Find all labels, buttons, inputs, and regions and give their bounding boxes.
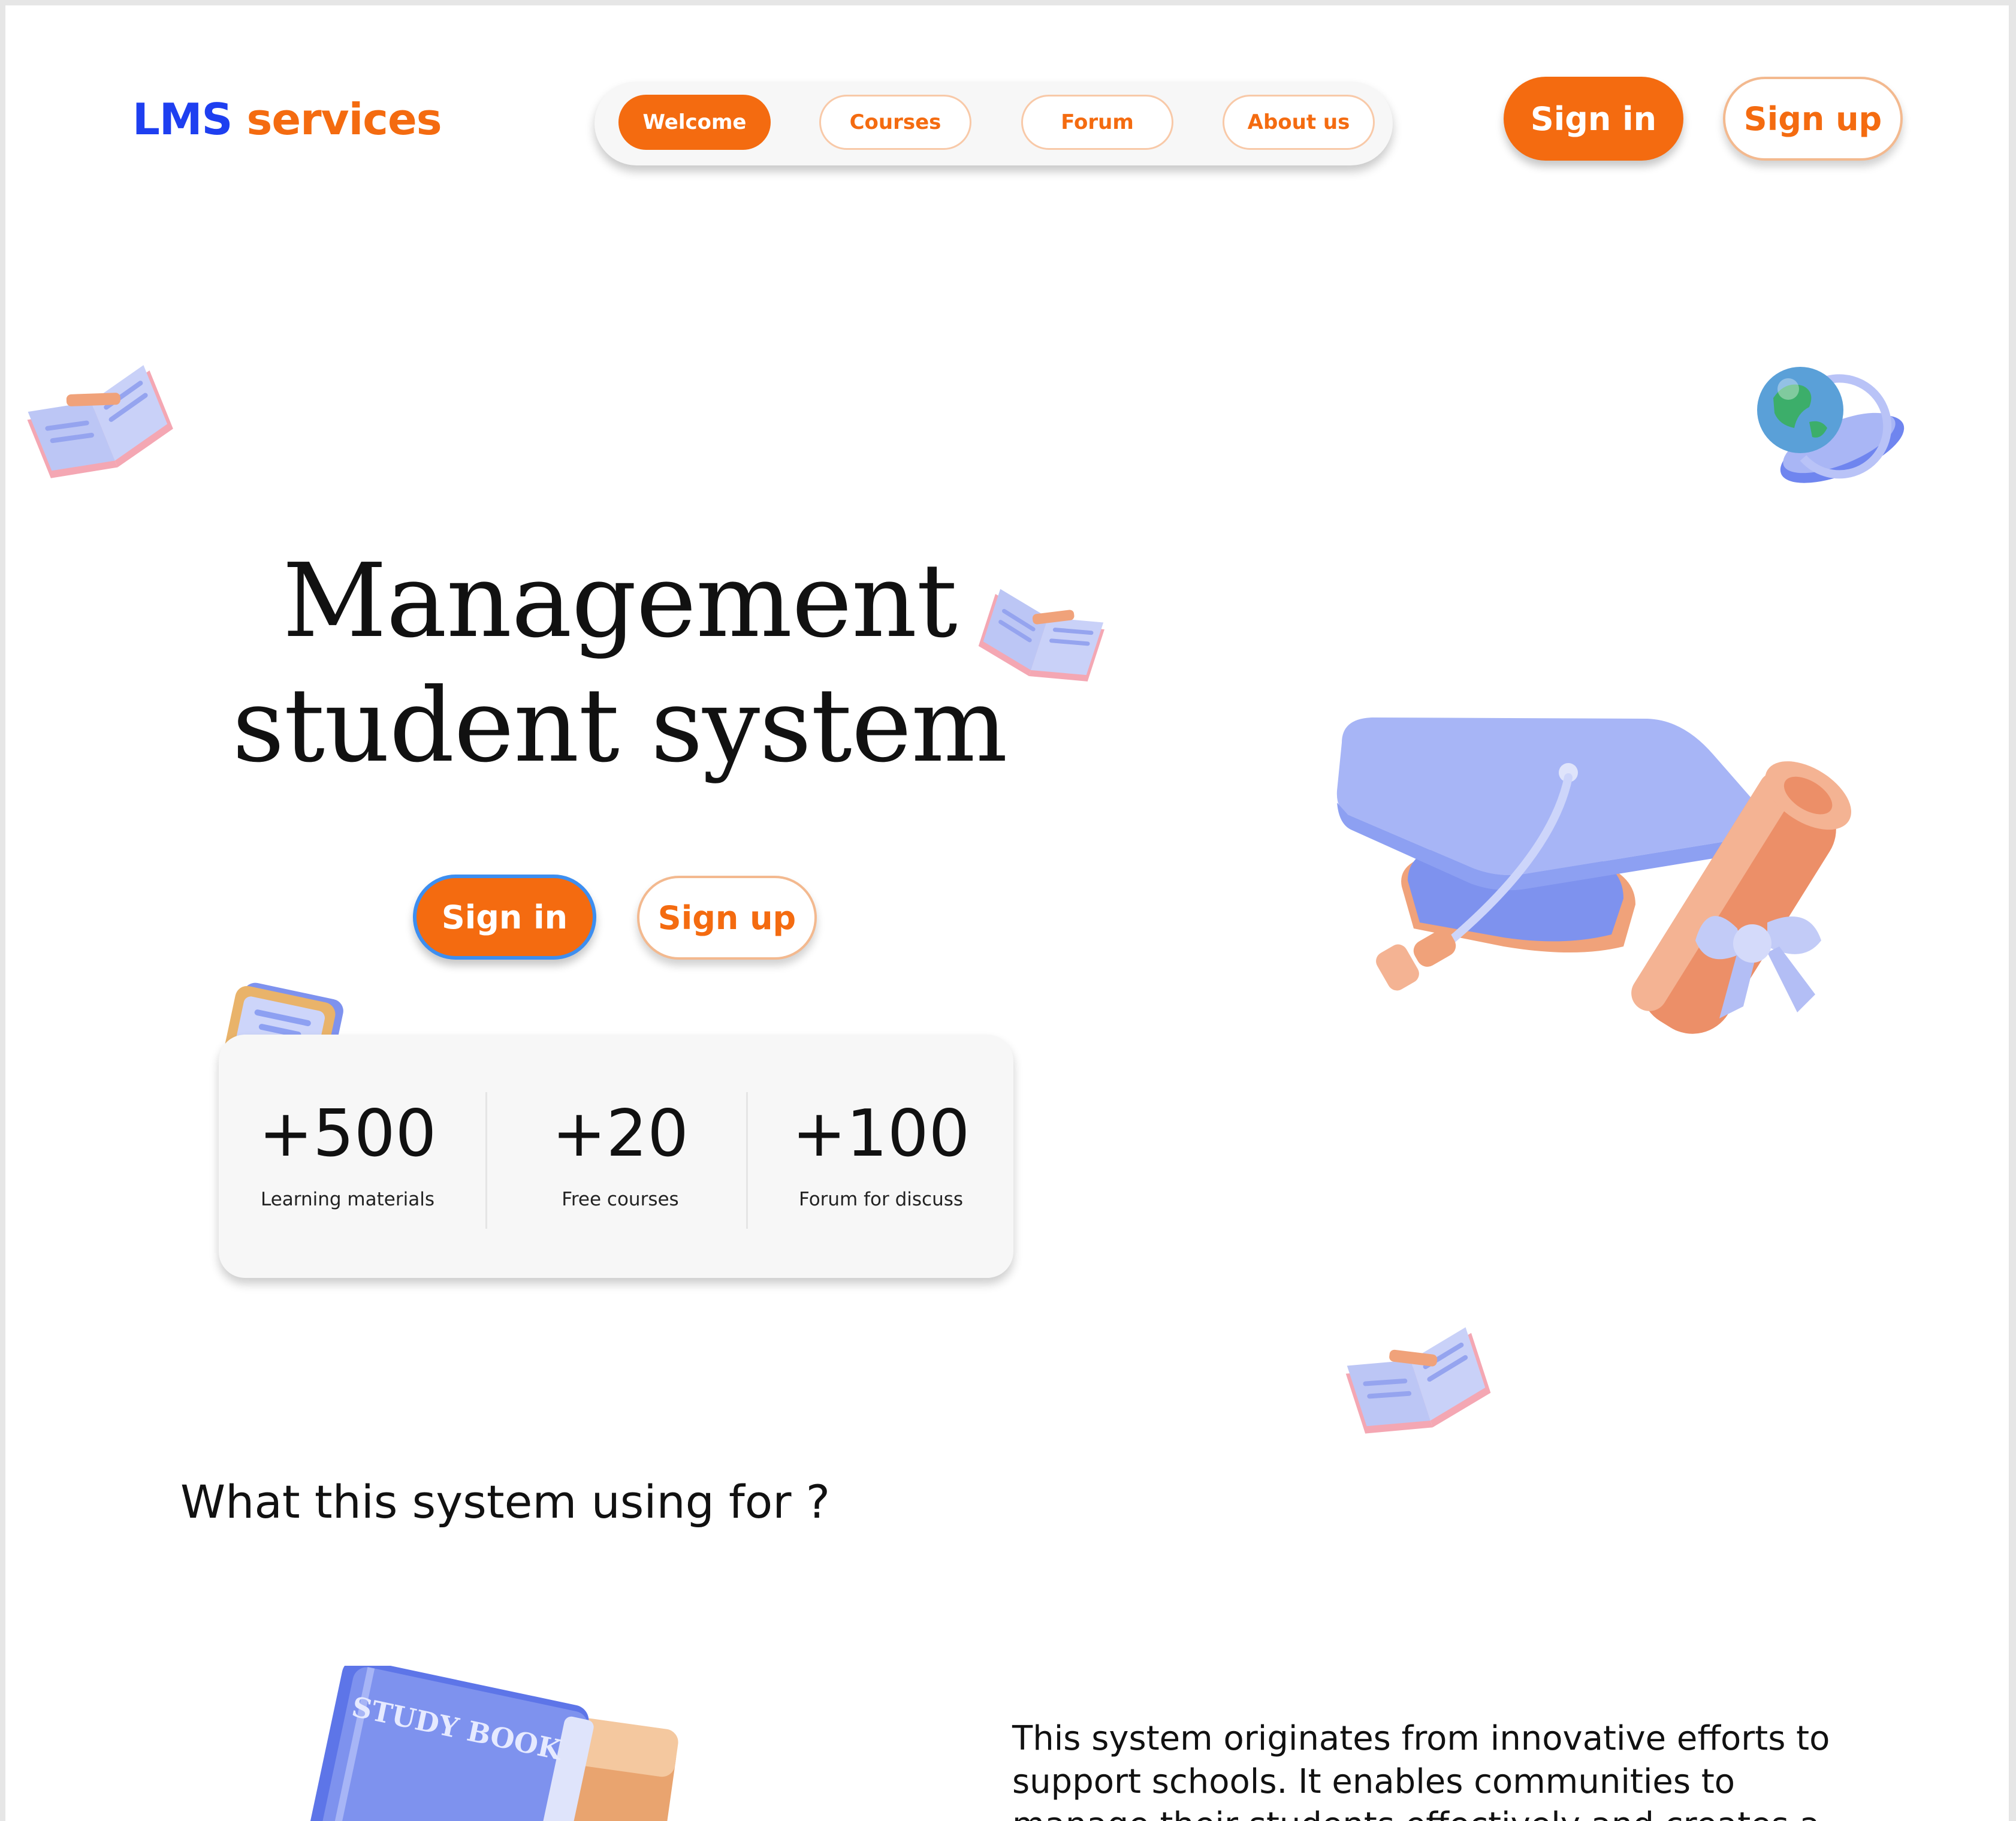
open-book-icon: [978, 589, 1104, 682]
hero-sign-in-button[interactable]: Sign in: [413, 875, 596, 960]
hero-title: Management student system: [185, 539, 1054, 788]
landing-page: LMS services Welcome Courses Forum About…: [5, 5, 2009, 1821]
brand-logo[interactable]: LMS services: [132, 94, 442, 144]
study-book-icon: STUDY BOOK: [308, 1666, 678, 1821]
nav-courses[interactable]: Courses: [819, 95, 971, 150]
globe-icon: [1757, 367, 1905, 483]
header-sign-up-button[interactable]: Sign up: [1723, 77, 1903, 161]
open-book-icon: [27, 365, 173, 478]
stat-value: +100: [792, 1096, 970, 1171]
section-title: What this system using for ?: [180, 1475, 831, 1528]
stat-divider: [485, 1092, 487, 1229]
section-description: This system originates from innovative e…: [1012, 1719, 1830, 1821]
main-nav: Welcome Courses Forum About us: [594, 82, 1393, 165]
stat-free-courses: +20 Free courses: [491, 1035, 749, 1278]
stat-learning-materials: +500 Learning materials: [219, 1035, 476, 1278]
stat-divider: [746, 1092, 748, 1229]
stat-label: Learning materials: [261, 1189, 434, 1210]
stat-label: Forum for discuss: [798, 1189, 964, 1210]
stats-card: +500 Learning materials +20 Free courses…: [219, 1035, 1013, 1278]
stat-value: +20: [552, 1096, 689, 1171]
nav-about-us[interactable]: About us: [1223, 95, 1375, 150]
stat-label: Free courses: [562, 1189, 679, 1210]
brand-logo-part2: services: [246, 94, 442, 144]
hero-title-line2: student system: [232, 667, 1008, 785]
nav-forum[interactable]: Forum: [1021, 95, 1173, 150]
nav-welcome[interactable]: Welcome: [618, 95, 771, 150]
brand-logo-part1: LMS: [132, 94, 233, 144]
hero-title-line1: Management: [282, 542, 957, 661]
open-book-icon: [1345, 1327, 1491, 1434]
stat-forum-for-discuss: +100 Forum for discuss: [752, 1035, 1010, 1278]
hero-sign-up-button[interactable]: Sign up: [637, 876, 817, 960]
graduation-cap-icon: [1336, 717, 1852, 1034]
stat-value: +500: [258, 1096, 437, 1171]
header-sign-in-button[interactable]: Sign in: [1504, 77, 1683, 161]
